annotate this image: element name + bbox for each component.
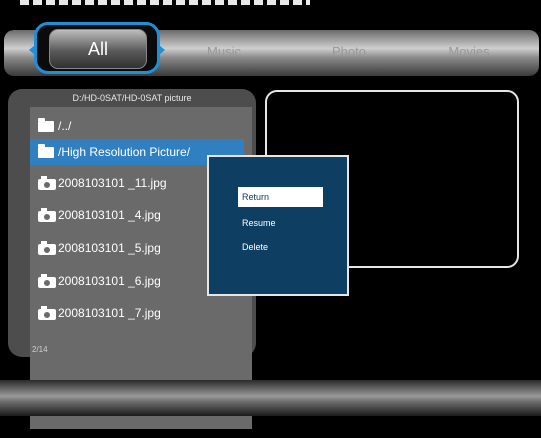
menu-item-resume[interactable]: Resume bbox=[238, 213, 323, 233]
item-name: 2008103101 _6.jpg bbox=[58, 274, 161, 288]
list-item-image[interactable]: 2008103101 _7.jpg bbox=[30, 300, 256, 326]
tab-all-focus-frame[interactable]: All bbox=[29, 22, 165, 74]
tab-photo[interactable]: Photo bbox=[319, 40, 379, 64]
camera-icon bbox=[38, 176, 56, 190]
item-name: /../ bbox=[58, 119, 72, 133]
list-item-parent-folder[interactable]: /../ bbox=[30, 113, 256, 139]
tab-music[interactable]: Music bbox=[194, 40, 254, 64]
camera-icon bbox=[38, 241, 56, 255]
tab-movies[interactable]: Movies bbox=[439, 40, 499, 64]
menu-item-return[interactable]: Return bbox=[238, 187, 323, 207]
context-menu: Return Resume Delete bbox=[207, 155, 349, 296]
camera-icon bbox=[38, 274, 56, 288]
folder-icon bbox=[38, 118, 56, 132]
arrow-right-icon bbox=[159, 45, 165, 55]
media-player-screen: Music Photo Movies All D:/HD-0SAT/HD-0SA… bbox=[0, 0, 541, 438]
bottom-status-bar bbox=[0, 380, 541, 416]
page-indicator: 2/14 bbox=[32, 345, 48, 354]
folder-icon bbox=[38, 144, 56, 158]
tab-all[interactable]: All bbox=[49, 29, 147, 69]
item-name: /High Resolution Picture/ bbox=[58, 145, 191, 159]
item-name: 2008103101 _7.jpg bbox=[58, 306, 161, 320]
camera-icon bbox=[38, 208, 56, 222]
item-name: 2008103101 _11.jpg bbox=[58, 176, 167, 190]
menu-item-delete[interactable]: Delete bbox=[238, 237, 323, 257]
item-name: 2008103101 _4.jpg bbox=[58, 208, 161, 222]
current-path: D:/HD-0SAT/HD-0SAT picture bbox=[72, 93, 192, 103]
item-name: 2008103101 _5.jpg bbox=[58, 241, 161, 255]
arrow-left-icon bbox=[29, 45, 35, 55]
top-decorative-stripe bbox=[20, 0, 310, 5]
camera-icon bbox=[38, 306, 56, 320]
